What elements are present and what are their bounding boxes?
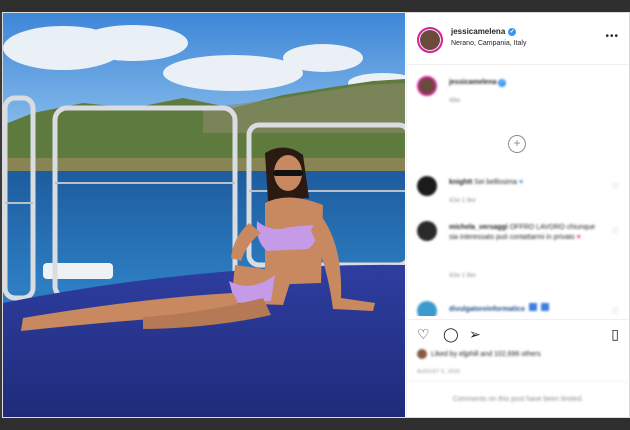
likes-row: Liked by eljphill and 102,696 others xyxy=(417,349,541,359)
comment-meta: 42w 1 like xyxy=(449,273,476,279)
post-date: AUGUST 5, 2020 xyxy=(417,369,461,375)
comment-like-icon[interactable]: ♡ xyxy=(612,227,619,236)
liker-avatar xyxy=(417,349,427,359)
comment-avatar[interactable] xyxy=(417,221,437,241)
more-options-icon[interactable]: ••• xyxy=(605,31,619,42)
post-photo[interactable] xyxy=(3,13,405,417)
load-more-comments-button[interactable]: + xyxy=(508,135,526,153)
comment-text: divulgatoreinformatico xyxy=(449,303,599,315)
emoji-icon xyxy=(540,303,549,311)
author-name-row: jessicamelena ✓ xyxy=(451,27,517,36)
author-username[interactable]: jessicamelena xyxy=(451,27,505,36)
comment-like-icon[interactable]: ♡ xyxy=(612,307,619,316)
photo-illustration xyxy=(3,13,405,417)
caption-username[interactable]: jessicamelena xyxy=(449,79,496,86)
comment-text: knightt Sei bellissima ♥ xyxy=(449,178,599,188)
caption-avatar[interactable] xyxy=(417,76,437,96)
comments-list: jessicamelena ✓ 48w + knightt Sei bellis… xyxy=(407,66,629,316)
comment-username[interactable]: michela_versaggi xyxy=(449,224,508,231)
comment-avatar[interactable] xyxy=(417,301,437,316)
heart-icon[interactable]: ♡ xyxy=(417,326,430,342)
blue-heart-icon: ♥ xyxy=(519,179,524,186)
red-heart-icon: ♥ xyxy=(576,234,581,241)
comment-icon[interactable]: ◯ xyxy=(443,326,459,342)
comment-username[interactable]: divulgatoreinformatico xyxy=(449,306,525,313)
emoji-icon xyxy=(528,303,537,311)
comment-username[interactable]: knightt xyxy=(449,179,472,186)
comment-body: Sei bellissima xyxy=(474,179,518,186)
window-bottom-strip xyxy=(0,418,630,430)
share-icon[interactable]: ➢ xyxy=(469,326,481,342)
likes-text[interactable]: Liked by eljphill and 102,696 others xyxy=(431,351,541,358)
verified-badge-icon: ✓ xyxy=(508,27,517,36)
caption-verified-icon: ✓ xyxy=(498,79,507,87)
post-actions: ♡ ◯ ➢ ▯ xyxy=(407,319,629,347)
caption-text: jessicamelena ✓ xyxy=(449,78,599,88)
post-location[interactable]: Nerano, Campania, Italy xyxy=(451,40,526,47)
window-top-strip xyxy=(0,0,630,12)
comment-text: michela_versaggi OFFRO LAVORO chiunque s… xyxy=(449,223,599,243)
post-header: jessicamelena ✓ Nerano, Campania, Italy … xyxy=(407,13,629,65)
post-sidebar: jessicamelena ✓ Nerano, Campania, Italy … xyxy=(406,13,629,417)
post-card: jessicamelena ✓ Nerano, Campania, Italy … xyxy=(2,12,630,418)
comment-meta: 42w 1 like xyxy=(449,198,476,204)
bookmark-icon[interactable]: ▯ xyxy=(611,326,619,342)
comment-like-icon[interactable]: ♡ xyxy=(612,182,619,191)
author-avatar[interactable] xyxy=(417,27,443,53)
caption-time: 48w xyxy=(449,98,461,104)
comments-limited-notice: Comments on this post have been limited. xyxy=(407,381,629,417)
comment-avatar[interactable] xyxy=(417,176,437,196)
